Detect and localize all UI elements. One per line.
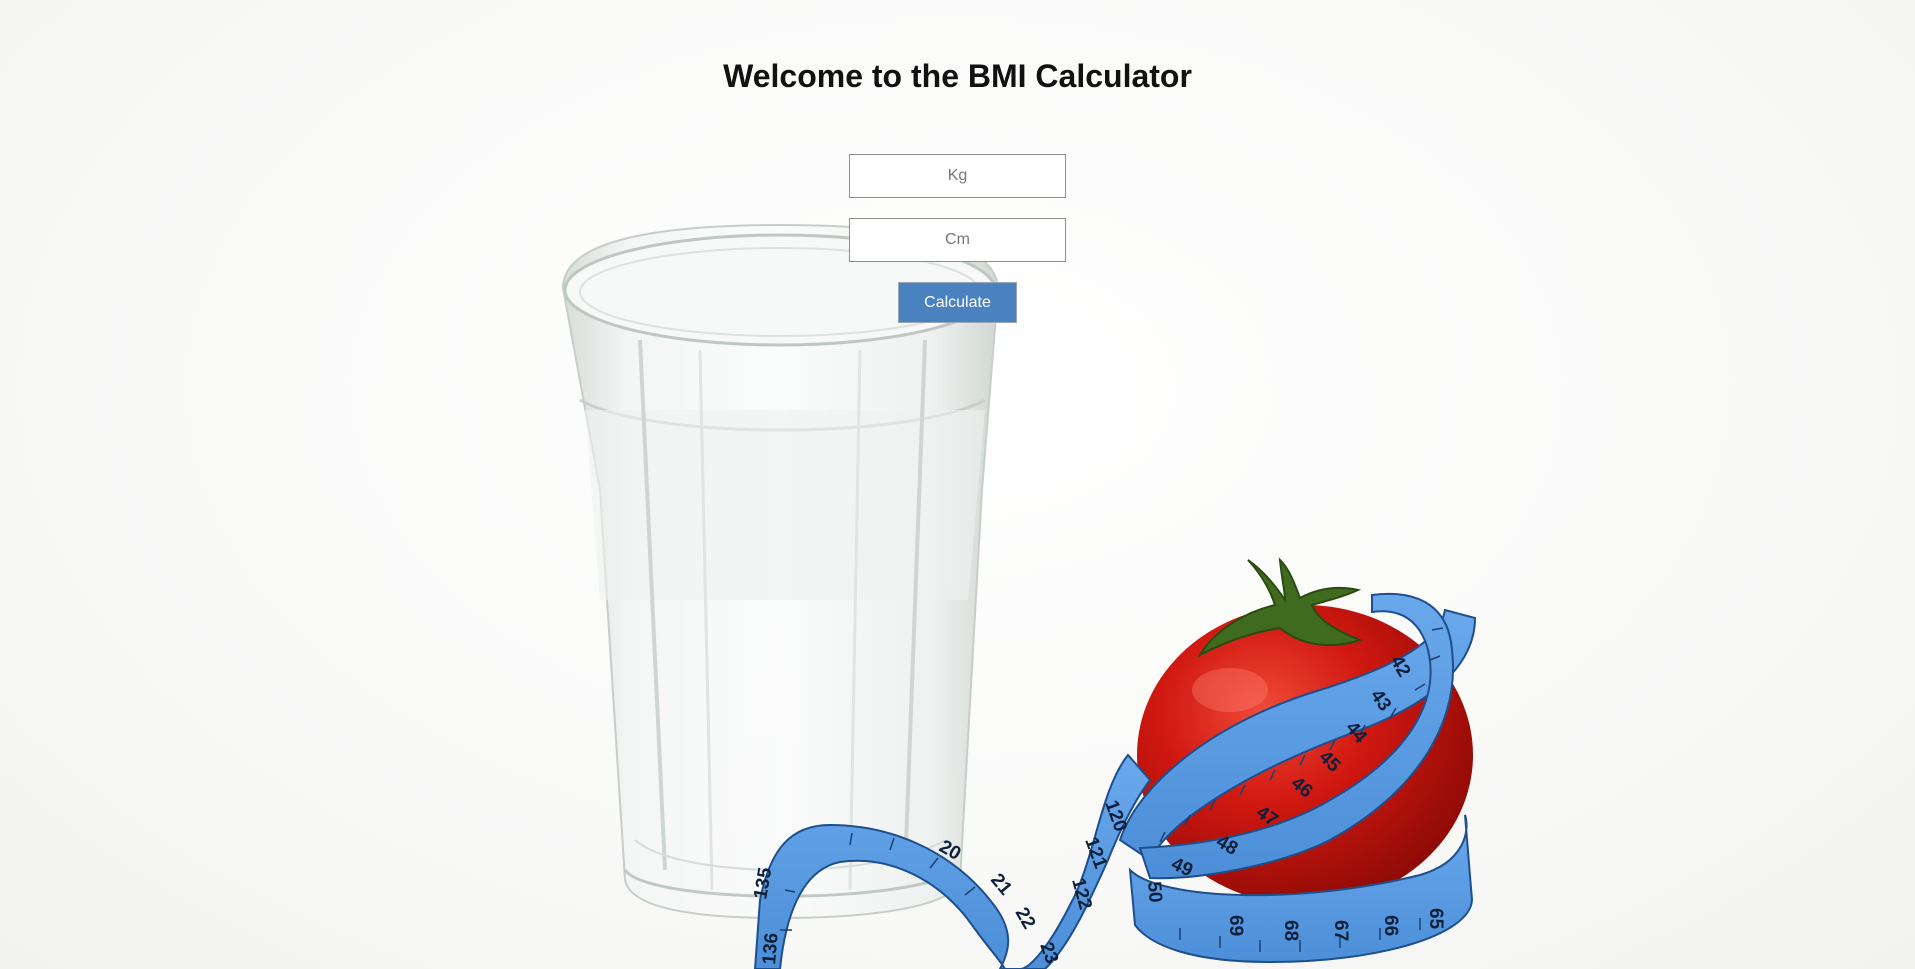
weight-kg-input[interactable] xyxy=(849,154,1066,198)
main-content: Welcome to the BMI Calculator Calculate xyxy=(0,0,1915,323)
height-cm-input[interactable] xyxy=(849,218,1066,262)
tape-number: 69 xyxy=(1225,915,1246,936)
tape-number: 21 xyxy=(986,870,1016,900)
page-title: Welcome to the BMI Calculator xyxy=(723,58,1192,94)
water-glass-illustration xyxy=(561,223,1000,920)
tape-number: 65 xyxy=(1425,908,1446,930)
tape-number: 136 xyxy=(759,932,783,965)
calculate-button[interactable]: Calculate xyxy=(898,282,1017,323)
tape-number: 68 xyxy=(1280,920,1301,941)
tape-number: 22 xyxy=(1011,904,1040,933)
bmi-form: Calculate xyxy=(0,154,1915,323)
tape-number: 66 xyxy=(1380,915,1401,936)
page: 20 21 22 23 120 121 122 42 43 44 45 46 4… xyxy=(0,0,1915,969)
tape-number: 50 xyxy=(1143,881,1166,904)
tape-number: 67 xyxy=(1330,920,1351,941)
